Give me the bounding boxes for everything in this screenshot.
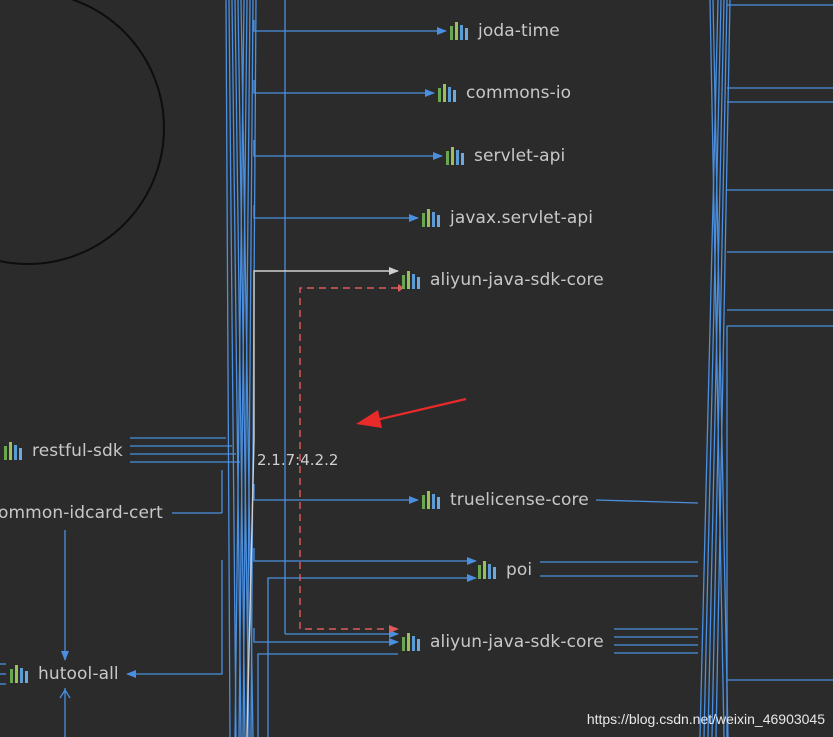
node-label: servlet-api <box>474 146 566 166</box>
node-servlet-api[interactable]: servlet-api <box>446 146 565 166</box>
node-common-idcard-cert[interactable]: ommon-idcard-cert <box>0 503 163 523</box>
node-javax-servlet-api[interactable]: javax.servlet-api <box>422 208 593 228</box>
node-joda-time[interactable]: joda-time <box>450 21 560 41</box>
node-poi[interactable]: poi <box>478 560 532 580</box>
node-label: truelicense-core <box>450 490 589 510</box>
group-circle-outline <box>0 0 165 265</box>
node-label: commons-io <box>466 83 572 103</box>
edge-bundle-right <box>540 0 833 737</box>
dependency-graph-canvas <box>0 0 833 737</box>
node-aliyun-java-sdk-core-bottom[interactable]: aliyun-java-sdk-core <box>402 632 604 652</box>
node-aliyun-java-sdk-core-top[interactable]: aliyun-java-sdk-core <box>402 270 604 290</box>
edge-bundle-left <box>225 0 286 737</box>
watermark: https://blog.csdn.net/weixin_46903045 <box>586 711 825 727</box>
node-restful-sdk[interactable]: restful-sdk <box>4 441 123 461</box>
node-truelicense-core[interactable]: truelicense-core <box>422 490 589 510</box>
library-bars-icon <box>10 665 28 683</box>
library-bars-icon <box>478 561 496 579</box>
library-bars-icon <box>4 442 22 460</box>
node-label: javax.servlet-api <box>450 208 594 228</box>
library-bars-icon <box>402 271 420 289</box>
library-bars-icon <box>438 84 456 102</box>
node-label: poi <box>506 560 533 580</box>
node-label: hutool-all <box>38 664 119 684</box>
node-label: ommon-idcard-cert <box>0 503 163 523</box>
node-commons-io[interactable]: commons-io <box>438 83 571 103</box>
library-bars-icon <box>422 491 440 509</box>
library-bars-icon <box>402 633 420 651</box>
library-bars-icon <box>450 22 468 40</box>
node-hutool-all[interactable]: hutool-all <box>10 664 119 684</box>
node-label: joda-time <box>478 21 560 41</box>
edge-highlight-aliyun-top <box>246 267 399 737</box>
library-bars-icon <box>422 209 440 227</box>
node-label: aliyun-java-sdk-core <box>430 632 604 652</box>
library-bars-icon <box>446 147 464 165</box>
edges-left-nodes <box>0 437 240 737</box>
version-conflict-label: 2.1.7:4.2.2 <box>257 451 339 469</box>
annotation-arrow <box>356 397 467 428</box>
node-label: restful-sdk <box>32 441 123 461</box>
node-label: aliyun-java-sdk-core <box>430 270 604 290</box>
